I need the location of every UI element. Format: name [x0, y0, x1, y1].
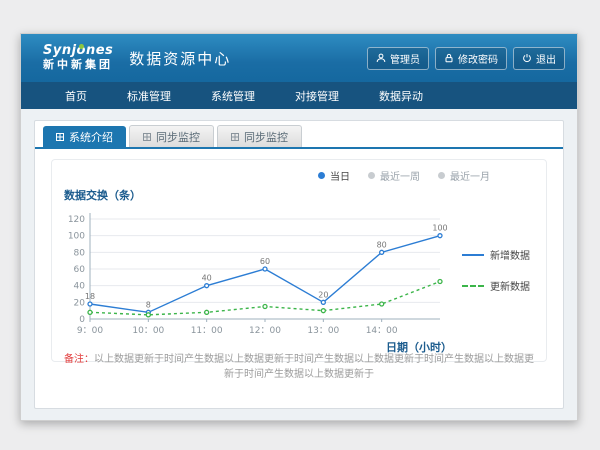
lock-icon: [444, 53, 454, 63]
footnote-prefix: 备注：: [64, 354, 94, 365]
admin-button-label: 管理员: [390, 51, 420, 66]
svg-text:60: 60: [260, 257, 270, 266]
main-nav: 首页 标准管理 系统管理 对接管理 数据异动: [21, 82, 577, 109]
svg-text:11：00: 11：00: [191, 326, 223, 336]
svg-text:12：00: 12：00: [249, 326, 281, 336]
legend-label: 当日: [330, 168, 350, 183]
legend-today[interactable]: 当日: [318, 168, 350, 183]
svg-text:80: 80: [377, 240, 387, 249]
footnote-text: 以上数据更新于时间产生数据以上数据更新于时间产生数据以上数据更新于时间产生数据以…: [94, 354, 534, 380]
grid-icon: [143, 133, 151, 141]
legend-last-month[interactable]: 最近一月: [438, 168, 490, 183]
legend-label: 最近一月: [450, 168, 490, 183]
tab-sync-monitor-1[interactable]: 同步监控: [129, 125, 214, 147]
svg-text:80: 80: [74, 248, 86, 258]
chart-row: 0 20 40 60 80 100 120 9：00 10：00 11：00 12：00 13：00 1…: [62, 205, 536, 355]
nav-item-system-mgmt[interactable]: 系统管理: [191, 82, 275, 109]
svg-text:18: 18: [85, 292, 95, 301]
svg-text:14：00: 14：00: [366, 326, 398, 336]
legend-dot: [368, 172, 375, 179]
logo-subtext: 新中新集团: [43, 59, 113, 72]
logout-button[interactable]: 退出: [513, 47, 565, 70]
svg-text:100: 100: [432, 224, 447, 233]
legend-label: 最近一周: [380, 168, 420, 183]
green-dashed-sample: [462, 285, 484, 287]
svg-text:0: 0: [79, 315, 85, 325]
series-label: 新增数据: [490, 247, 530, 262]
grid-icon: [231, 133, 239, 141]
legend-new-data[interactable]: 新增数据: [462, 247, 530, 262]
svg-text:20: 20: [318, 290, 328, 299]
legend-updated-data[interactable]: 更新数据: [462, 278, 530, 293]
blue-line-sample: [462, 254, 484, 256]
footnote: 备注：以上数据更新于时间产生数据以上数据更新于时间产生数据以上数据更新于时间产生…: [35, 352, 563, 382]
app-window: Synjones 新中新集团 数据资源中心 管理员 修改密码: [20, 33, 578, 421]
series-label: 更新数据: [490, 278, 530, 293]
change-password-button[interactable]: 修改密码: [435, 47, 507, 70]
nav-item-interface-mgmt[interactable]: 对接管理: [275, 82, 359, 109]
svg-text:60: 60: [74, 265, 86, 275]
legend-last-week[interactable]: 最近一周: [368, 168, 420, 183]
svg-text:20: 20: [74, 298, 86, 308]
svg-text:9：00: 9：00: [77, 326, 103, 336]
series-legend: 新增数据 更新数据: [452, 185, 530, 355]
tab-label: 同步监控: [244, 129, 288, 145]
svg-text:120: 120: [68, 215, 85, 225]
svg-text:8: 8: [146, 300, 151, 309]
logout-button-label: 退出: [536, 51, 556, 66]
svg-text:100: 100: [68, 232, 85, 242]
svg-text:40: 40: [74, 282, 86, 292]
screenshot-background: Synjones 新中新集团 数据资源中心 管理员 修改密码: [0, 0, 600, 450]
nav-item-standard-mgmt[interactable]: 标准管理: [107, 82, 191, 109]
range-legend: 当日 最近一周 最近一月: [62, 168, 536, 183]
tab-label: 同步监控: [156, 129, 200, 145]
tab-bar: 系统介绍 同步监控 同步监控: [35, 121, 563, 149]
app-header: Synjones 新中新集团 数据资源中心 管理员 修改密码: [21, 34, 577, 82]
grid-icon: [56, 133, 64, 141]
header-actions: 管理员 修改密码 退出: [367, 47, 565, 70]
power-icon: [522, 53, 532, 63]
change-password-button-label: 修改密码: [458, 51, 498, 66]
line-chart: 0 20 40 60 80 100 120 9：00 10：00 11：00 12：00 13：00 1…: [62, 205, 452, 355]
svg-text:13：00: 13：00: [307, 326, 339, 336]
main-panel: 系统介绍 同步监控 同步监控: [34, 120, 564, 409]
tab-label: 系统介绍: [69, 129, 113, 145]
synjones-logo: Synjones 新中新集团: [43, 44, 113, 72]
page-title: 数据资源中心: [129, 48, 231, 69]
chart-panel: 当日 最近一周 最近一月 数据交换（条） 0204060801: [51, 159, 547, 362]
svg-text:10：00: 10：00: [132, 326, 164, 336]
tab-sync-monitor-2[interactable]: 同步监控: [217, 125, 302, 147]
admin-button[interactable]: 管理员: [367, 47, 429, 70]
tab-system-intro[interactable]: 系统介绍: [43, 126, 126, 147]
user-icon: [376, 53, 386, 63]
svg-text:40: 40: [202, 274, 212, 283]
nav-item-home[interactable]: 首页: [45, 82, 107, 109]
content-area: 系统介绍 同步监控 同步监控: [21, 109, 577, 420]
nav-item-data-change[interactable]: 数据异动: [359, 82, 443, 109]
legend-dot: [438, 172, 445, 179]
legend-dot: [318, 172, 325, 179]
